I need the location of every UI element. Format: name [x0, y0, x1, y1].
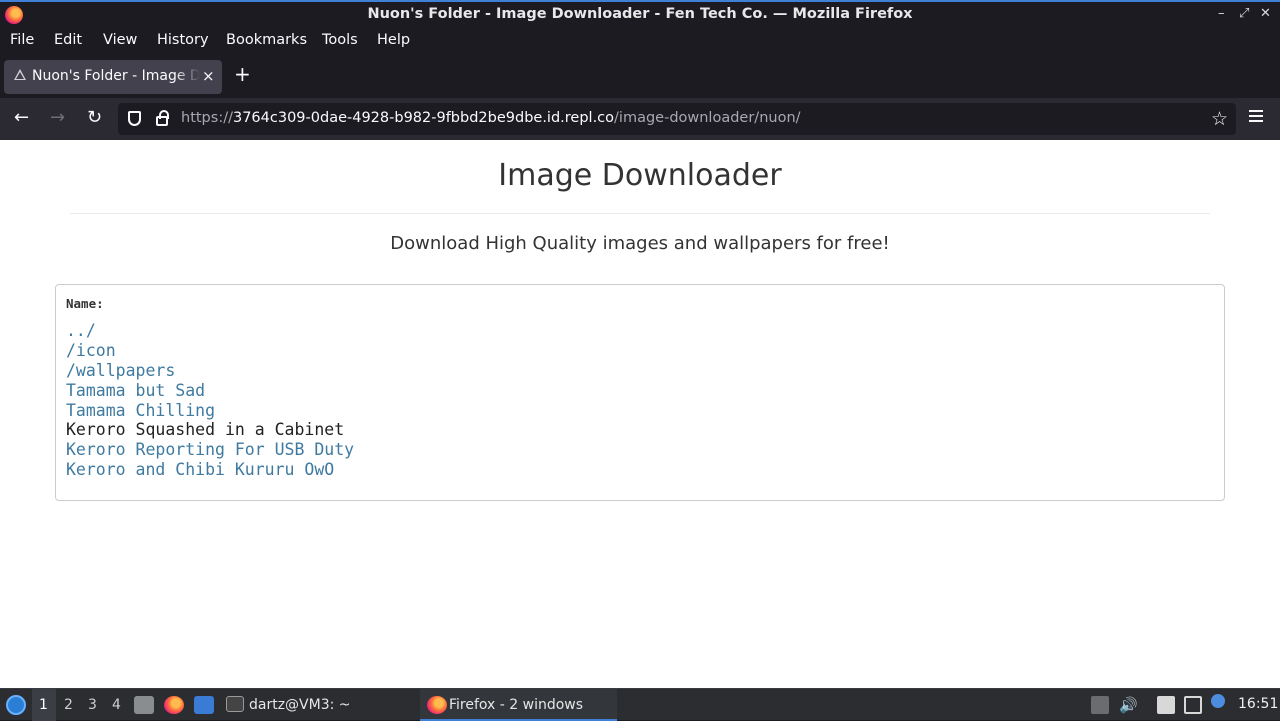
volume-icon[interactable]: 🔊 [1119, 696, 1138, 714]
list-item: Keroro Squashed in a Cabinet [66, 420, 354, 440]
menu-help[interactable]: Help [377, 32, 410, 48]
listing-name-header: Name: [66, 296, 104, 311]
close-window-button[interactable]: ✕ [1260, 7, 1271, 21]
tray-arrow-icon[interactable] [1091, 696, 1109, 714]
notification-icon[interactable] [1211, 694, 1225, 708]
divider [70, 213, 1210, 214]
desktop-icon[interactable] [194, 696, 214, 714]
start-menu-icon[interactable] [6, 695, 26, 715]
url-host: 3764c309-0dae-4928-b982-9fbbd2be9dbe.id.… [232, 110, 615, 126]
hamburger-menu-icon[interactable] [1249, 110, 1263, 122]
file-manager-icon[interactable] [134, 696, 154, 714]
list-item: /wallpapers [66, 361, 354, 381]
firefox-task-icon [427, 696, 447, 714]
tab-active[interactable]: Nuon's Folder - Image Downloader - Fen T… [4, 60, 222, 94]
url-path: /image-downloader/nuon/ [614, 110, 801, 126]
workspace-3[interactable]: 3 [88, 697, 97, 713]
window-titlebar: Nuon's Folder - Image Downloader - Fen T… [0, 0, 1280, 29]
back-button[interactable]: ← [14, 108, 29, 128]
file-link-parent[interactable]: ../ [66, 321, 96, 340]
file-list: ../ /icon /wallpapers Tamama but Sad Tam… [66, 321, 354, 480]
file-listing-panel: Name: ../ /icon /wallpapers Tamama but S… [55, 284, 1225, 501]
page-tagline: Download High Quality images and wallpap… [390, 233, 890, 254]
maximize-button[interactable]: ⤢ [1239, 7, 1249, 21]
file-link-keroro-chibi-kururu[interactable]: Keroro and Chibi Kururu OwO [66, 460, 334, 479]
tab-close-icon[interactable]: × [202, 67, 215, 85]
page-title: Image Downloader [498, 158, 782, 193]
network-icon[interactable] [1184, 696, 1202, 714]
workspace-2[interactable]: 2 [64, 697, 73, 713]
bookmark-star-icon[interactable]: ☆ [1211, 108, 1228, 130]
menu-bookmarks[interactable]: Bookmarks [226, 32, 307, 48]
taskbar-firefox-task[interactable]: Firefox - 2 windows [420, 689, 617, 721]
list-item: Keroro and Chibi Kururu OwO [66, 460, 354, 480]
workspace-1[interactable]: 1 [39, 697, 48, 713]
list-item: ../ [66, 321, 354, 341]
tab-label: Nuon's Folder - Image Downloader - Fen T… [32, 68, 200, 84]
url-bar[interactable]: https://3764c309-0dae-4928-b982-9fbbd2be… [118, 103, 1236, 135]
lock-icon[interactable] [156, 110, 169, 126]
file-link-wallpapers[interactable]: /wallpapers [66, 361, 175, 380]
workspace-4[interactable]: 4 [112, 697, 121, 713]
window-title: Nuon's Folder - Image Downloader - Fen T… [367, 6, 913, 22]
menu-tools[interactable]: Tools [322, 32, 358, 48]
file-link-tamama-but-sad[interactable]: Tamama but Sad [66, 381, 205, 400]
firefox-task-label: Firefox - 2 windows [449, 697, 584, 713]
menu-edit[interactable]: Edit [54, 32, 82, 48]
taskbar: 1 2 3 4 dartz@VM3: ~ Firefox - 2 windows… [0, 688, 1280, 721]
clock: 16:51 [1238, 696, 1279, 712]
file-link-keroro-squashed[interactable]: Keroro Squashed in a Cabinet [66, 420, 344, 439]
taskbar-terminal-task[interactable]: dartz@VM3: ~ [222, 689, 412, 721]
menu-file[interactable]: File [10, 32, 34, 48]
file-link-icon[interactable]: /icon [66, 341, 116, 360]
terminal-task-label: dartz@VM3: ~ [249, 697, 351, 713]
menu-bar: File Edit View History Bookmarks Tools H… [0, 29, 1280, 54]
file-link-keroro-usb-duty[interactable]: Keroro Reporting For USB Duty [66, 440, 354, 459]
warning-icon [14, 69, 26, 80]
list-item: Tamama but Sad [66, 381, 354, 401]
new-tab-button[interactable]: + [234, 64, 251, 84]
list-item: Keroro Reporting For USB Duty [66, 440, 354, 460]
firefox-launcher-icon[interactable] [164, 696, 184, 714]
page-content: Image Downloader Download High Quality i… [0, 140, 1280, 688]
tracking-protection-shield-icon[interactable] [128, 111, 141, 126]
terminal-icon [226, 696, 244, 712]
file-link-tamama-chilling[interactable]: Tamama Chilling [66, 401, 215, 420]
menu-view[interactable]: View [103, 32, 137, 48]
list-item: Tamama Chilling [66, 401, 354, 421]
navigation-toolbar: ← → ↻ https://3764c309-0dae-4928-b982-9f… [0, 98, 1280, 140]
tab-strip: Nuon's Folder - Image Downloader - Fen T… [0, 54, 1280, 98]
minimize-button[interactable]: – [1218, 7, 1225, 21]
url-text[interactable]: https://3764c309-0dae-4928-b982-9fbbd2be… [181, 110, 801, 126]
clipboard-icon[interactable] [1157, 696, 1175, 714]
forward-button[interactable]: → [50, 108, 65, 128]
reload-button[interactable]: ↻ [87, 108, 102, 128]
url-scheme: https:// [181, 110, 233, 126]
list-item: /icon [66, 341, 354, 361]
menu-history[interactable]: History [157, 32, 209, 48]
